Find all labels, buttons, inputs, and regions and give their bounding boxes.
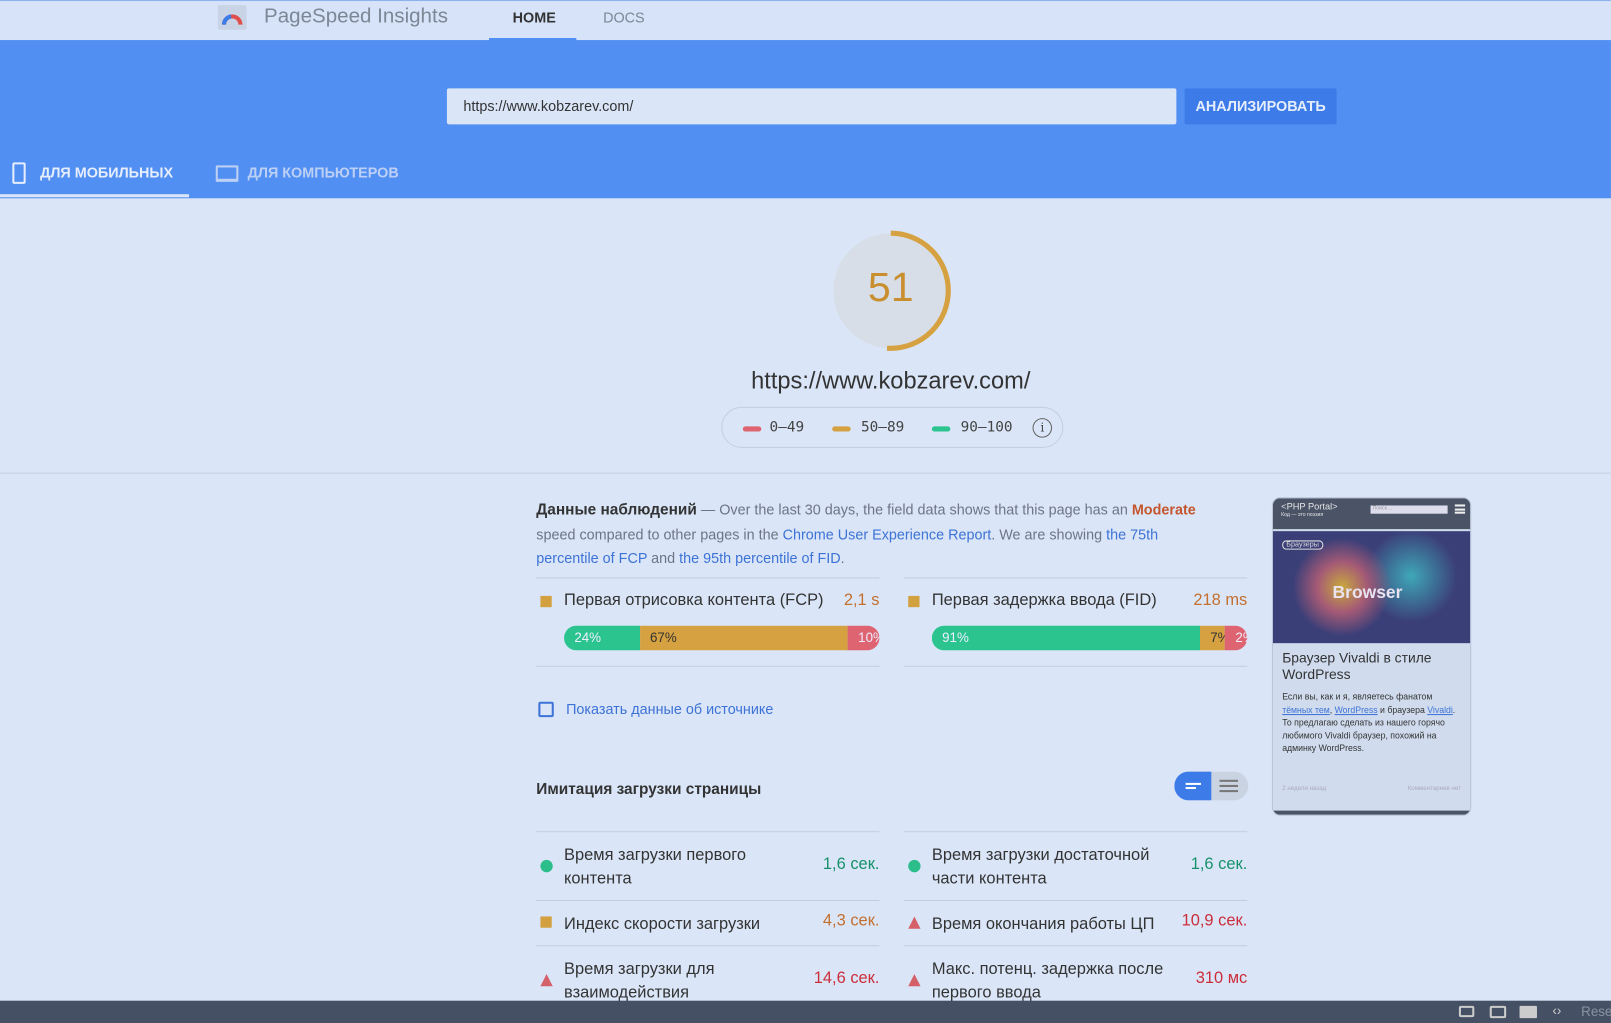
score-legend: 0–49 50–89 90–100 i (721, 406, 1064, 448)
analyze-button[interactable]: АНАЛИЗИРОВАТЬ (1184, 88, 1337, 125)
divider (0, 472, 1611, 474)
fail-triangle-icon (908, 916, 921, 929)
url-input[interactable]: https://www.kobzarev.com/ (446, 88, 1177, 125)
field-metric-value: 218 ms (1193, 591, 1248, 610)
tab-mobile[interactable]: ДЛЯ МОБИЛЬНЫХ (40, 164, 173, 180)
average-square-icon (908, 595, 920, 608)
pagespeed-logo-icon (217, 5, 247, 30)
lab-metric-value: 1,6 сек. (1190, 855, 1248, 873)
toggle-list-icon (1174, 771, 1212, 801)
show-source-label[interactable]: Показать данные об источнике (566, 701, 773, 717)
lab-metric-value: 310 мс (1195, 969, 1248, 987)
post-title: Браузер Vivaldi в стиле WordPress (1282, 650, 1432, 683)
nav-home[interactable]: HOME (513, 9, 556, 25)
nav-docs[interactable]: DOCS (603, 9, 645, 25)
app-title: PageSpeed Insights (264, 5, 448, 28)
field-metric-value: 2,1 s (843, 591, 880, 610)
toggle-detail-icon (1219, 779, 1239, 793)
rating: Moderate (1131, 501, 1196, 518)
distribution-segment: 7% (1199, 625, 1230, 651)
top-bar: PageSpeed Insights HOME DOCS (0, 0, 1611, 42)
show-source-checkbox[interactable] (538, 701, 554, 718)
distribution-bar: 91%7%2% (931, 625, 1247, 651)
bottom-toolbar: ‹› Rese (0, 1000, 1611, 1023)
analyzed-url: https://www.kobzarev.com/ (751, 366, 1031, 394)
tab-desktop[interactable]: ДЛЯ КОМПЬЮТЕРОВ (248, 164, 399, 180)
menu-icon (1454, 504, 1466, 514)
post-excerpt: Если вы, как и я, являетесь фанатом тёмн… (1282, 691, 1456, 754)
legend-high: 90–100 (960, 419, 1013, 436)
tab-active-indicator (0, 194, 190, 198)
distribution-segment: 10% (847, 625, 879, 651)
lab-metric-name: Время загрузки для взаимодействия (564, 960, 715, 1002)
reset-button[interactable]: Rese (1581, 1004, 1611, 1019)
field-data-title: Данные наблюдений (536, 501, 697, 519)
p95-link[interactable]: the 95th percentile of FID (679, 550, 841, 566)
post-image: Браузеры Browser (1272, 531, 1471, 644)
legend-mid: 50–89 (860, 419, 905, 436)
view-toggle[interactable] (1174, 771, 1249, 801)
pass-circle-icon (540, 859, 553, 872)
legend-green-icon (931, 426, 951, 432)
lab-metric-name: Время загрузки первого контента (564, 846, 747, 888)
lab-metric-value: 1,6 сек. (822, 855, 880, 873)
legend-orange-icon (832, 426, 851, 432)
image-icon[interactable] (1519, 1005, 1537, 1019)
lab-metric-value: 10,9 сек. (1181, 912, 1248, 930)
fail-triangle-icon (540, 973, 553, 986)
fail-triangle-icon (908, 973, 921, 986)
crux-link[interactable]: Chrome User Experience Report (783, 526, 992, 542)
legend-red-icon (742, 426, 762, 432)
legend-low: 0–49 (769, 419, 805, 436)
distribution-segment: 67% (639, 625, 848, 651)
distribution-segment: 2% (1225, 625, 1247, 651)
lab-metric-value: 14,6 сек. (813, 969, 880, 987)
average-square-icon (540, 595, 552, 608)
camera-icon[interactable] (1458, 1005, 1475, 1018)
distribution-bar: 24%67%10% (564, 625, 879, 651)
average-square-icon (540, 916, 552, 928)
distribution-segment: 24% (564, 625, 640, 651)
code-icon[interactable]: ‹› (1552, 1003, 1561, 1018)
page-screenshot: <PHP Portal> Код — это поэзия Поиск ... Б… (1271, 497, 1472, 816)
distribution-segment: 91% (931, 625, 1200, 651)
lab-metric-value: 4,3 сек. (822, 912, 880, 930)
pass-circle-icon (908, 859, 921, 872)
score-value: 51 (867, 265, 914, 311)
screenshot-header: <PHP Portal> Код — это поэзия Поиск ... (1272, 498, 1471, 530)
info-icon[interactable]: i (1032, 418, 1053, 438)
mobile-icon (12, 162, 26, 184)
field-data-summary: Данные наблюдений — Over the last 30 day… (536, 501, 1196, 567)
desktop-icon (215, 165, 239, 182)
window-icon[interactable] (1489, 1005, 1507, 1019)
lab-data-title: Имитация загрузки страницы (536, 780, 762, 799)
lab-metric-name: Индекс скорости загрузки (564, 915, 761, 933)
